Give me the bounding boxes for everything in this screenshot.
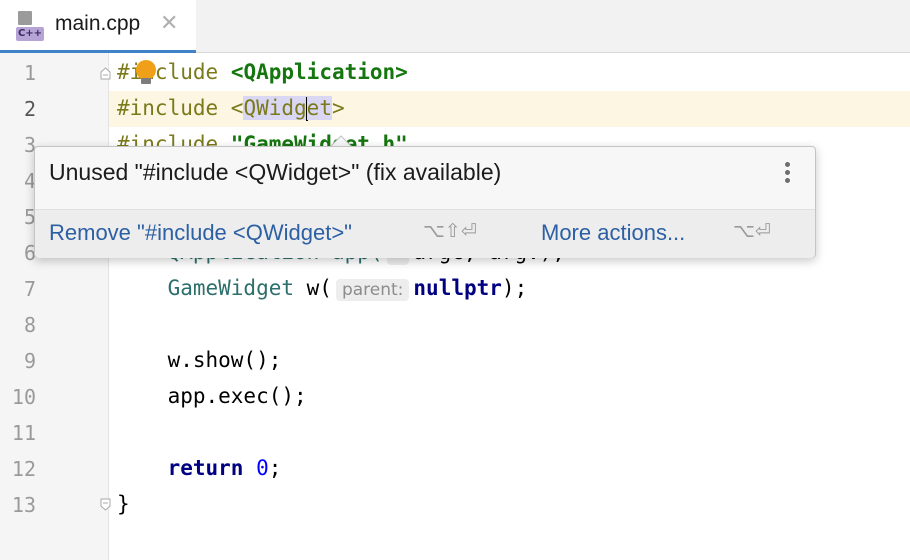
line-number: 4 [23, 169, 36, 193]
line-number: 12 [11, 457, 36, 481]
close-icon[interactable]: ✕ [160, 11, 178, 36]
include-target: <QApplication> [230, 60, 408, 84]
remove-include-shortcut: ⌥⇧⏎ [423, 220, 477, 242]
include-bracket-close: > [331, 96, 345, 120]
unused-include-highlight: QWidg [243, 96, 307, 120]
line-number: 13 [11, 493, 36, 517]
code-text: w( [294, 276, 332, 300]
cpp-icon-label: C++ [16, 27, 44, 41]
inspection-popup: Unused "#include <QWidget>" (fix availab… [34, 146, 816, 258]
remove-include-action[interactable]: Remove "#include <QWidget>" [49, 220, 352, 246]
more-vertical-icon[interactable] [783, 159, 791, 186]
bulb-icon[interactable] [136, 60, 156, 80]
line-number: 11 [11, 421, 36, 445]
preprocessor-directive: #include [117, 60, 219, 84]
code-text: } [117, 492, 130, 516]
popup-action-bar: Remove "#include <QWidget>" ⌥⇧⏎ More act… [35, 209, 815, 258]
class-name: GameWidget [167, 276, 295, 300]
code-line-12[interactable]: return 0; [117, 456, 282, 480]
cpp-file-icon: C++ [16, 11, 44, 41]
bulb-icon-base [141, 78, 151, 84]
tab-filename: main.cpp [55, 12, 141, 35]
fold-icon[interactable] [100, 498, 111, 511]
line-number: 7 [23, 277, 36, 301]
line-number: 3 [23, 133, 36, 157]
line-number: 8 [23, 313, 36, 337]
number-literal: 0 [256, 456, 269, 480]
line-number-gutter: 1 2 3 4 5 6 7 8 9 10 11 12 13 [0, 53, 111, 560]
code-line-9[interactable]: w.show(); [117, 348, 282, 372]
popup-message: Unused "#include <QWidget>" (fix availab… [49, 159, 502, 185]
more-actions-link[interactable]: More actions... [541, 220, 685, 246]
fold-icon[interactable] [100, 67, 111, 80]
preprocessor-directive: #include [117, 96, 231, 120]
code-line-7[interactable]: GameWidget w(parent: nullptr); [117, 276, 527, 301]
popup-pointer [330, 135, 352, 148]
code-text: ; [268, 456, 282, 480]
code-text: app.exec(); [167, 384, 307, 408]
keyword: nullptr [413, 276, 502, 300]
code-text: ); [501, 276, 528, 300]
line-number: 1 [23, 61, 36, 85]
line-number: 6 [23, 241, 36, 265]
tab-main-cpp[interactable]: C++ main.cpp ✕ [0, 0, 196, 53]
code-line-1[interactable]: #include <QApplication> [117, 60, 408, 84]
line-number: 10 [11, 385, 36, 409]
more-actions-shortcut: ⌥⏎ [733, 220, 771, 242]
editor-tab-bar: C++ main.cpp ✕ [0, 0, 910, 53]
code-line-2[interactable]: #include <QWidget> [117, 96, 345, 121]
line-number: 2 [23, 97, 36, 121]
keyword: return [167, 456, 244, 480]
parameter-hint: parent: [335, 279, 410, 301]
code-line-10[interactable]: app.exec(); [117, 384, 307, 408]
line-number: 5 [23, 205, 36, 229]
code-line-13[interactable]: } [117, 492, 130, 516]
unused-include-highlight-tail: et [306, 96, 332, 120]
include-bracket-open: < [230, 96, 244, 120]
code-text: w.show(); [167, 348, 282, 372]
line-number: 9 [23, 349, 36, 373]
